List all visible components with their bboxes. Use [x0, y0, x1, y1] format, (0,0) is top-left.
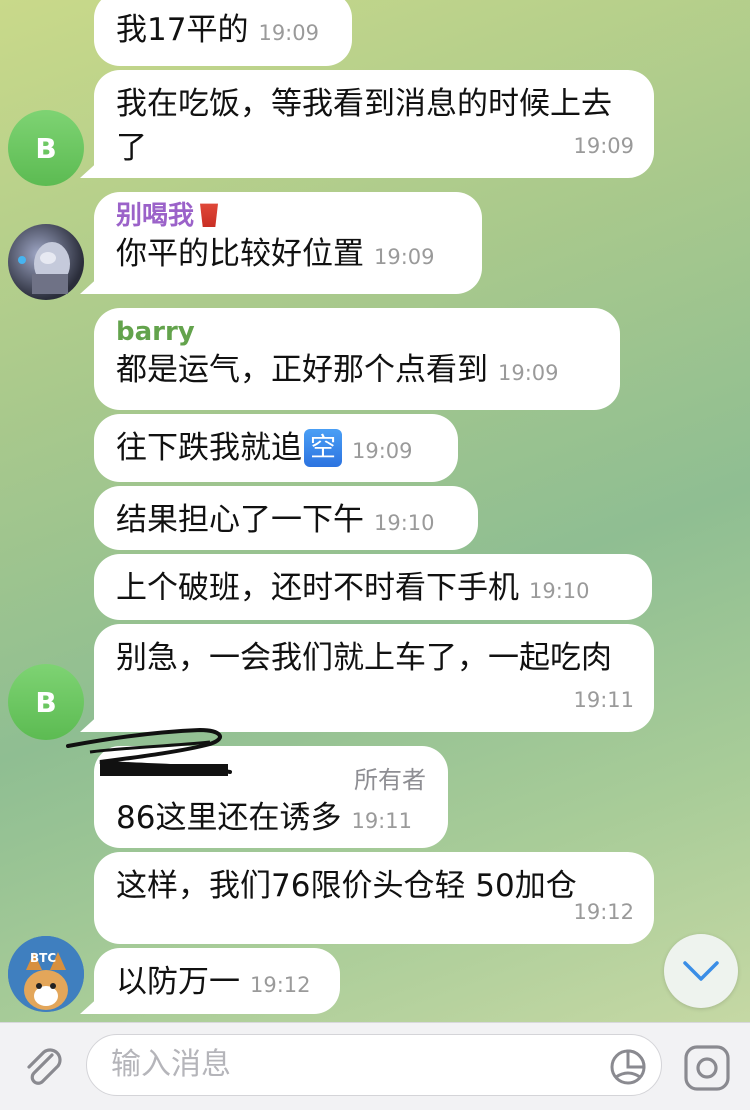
message-time: 19:09	[498, 361, 559, 385]
avatar[interactable]	[8, 224, 84, 300]
svg-text:BTC: BTC	[30, 951, 56, 965]
message-text: 你平的比较好位置	[116, 236, 364, 272]
avatar-letter: B	[35, 131, 57, 165]
message-bubble[interactable]: barry 都是运气，正好那个点看到 19:09	[94, 308, 620, 410]
message-text: 这样，我们76限价头仓轻 50加仓	[116, 868, 577, 904]
attach-icon[interactable]	[18, 1041, 68, 1091]
kong-emoji-icon: 空	[304, 429, 342, 467]
message-bubble[interactable]: 别喝我 你平的比较好位置 19:09	[94, 192, 482, 294]
message-text: 86这里还在诱多	[116, 800, 342, 836]
message-bubble[interactable]: 我17平的 19:09	[94, 0, 352, 66]
sticker-icon[interactable]	[608, 1047, 648, 1087]
message-time: 19:10	[374, 511, 435, 535]
message-time: 19:11	[573, 688, 634, 712]
message-time: 19:12	[573, 900, 634, 924]
sender-name: barry	[116, 317, 195, 347]
avatar-letter: B	[35, 685, 57, 719]
message-bubble[interactable]: 以防万一 19:12	[94, 948, 340, 1014]
message-bubble[interactable]: 往下跌我就追空 19:09	[94, 414, 458, 482]
sender-name: 别喝我	[116, 200, 460, 232]
scroll-down-button[interactable]	[664, 934, 738, 1008]
message-text: 别急，一会我们就上车了，一起吃肉	[116, 640, 612, 676]
message-bubble[interactable]: 结果担心了一下午 19:10	[94, 486, 478, 550]
message-bubble[interactable]: 上个破班，还时不时看下手机 19:10	[94, 554, 652, 620]
message-text: 都是运气，正好那个点看到	[116, 352, 488, 388]
camera-icon[interactable]	[682, 1043, 732, 1093]
message-time: 19:12	[250, 973, 311, 997]
message-time: 19:10	[529, 579, 590, 603]
message-time: 19:11	[351, 809, 412, 833]
chevron-down-icon	[683, 961, 719, 981]
redaction-scribble	[66, 727, 232, 776]
message-bubble[interactable]: 这样，我们76限价头仓轻 50加仓 19:12	[94, 852, 654, 944]
message-text: 以防万一	[116, 964, 240, 1000]
message-time: 19:09	[573, 134, 634, 158]
message-input[interactable]: 输入消息	[86, 1034, 662, 1096]
message-time: 19:09	[258, 21, 319, 45]
avatar-image-icon	[18, 242, 70, 294]
cup-emoji-icon	[200, 203, 219, 227]
owner-badge: 所有者	[354, 766, 426, 794]
message-text: 上个破班，还时不时看下手机	[116, 570, 519, 606]
message-text: 往下跌我就追	[116, 430, 302, 466]
message-text: 我在吃饭，等我看到消息的时候上去了	[116, 86, 612, 166]
avatar[interactable]: B	[8, 110, 84, 186]
sender-name-text: 别喝我	[116, 201, 195, 231]
chat-area: 我17平的 19:09 B 我在吃饭，等我看到消息的时候上去了 19:09 别喝我…	[0, 0, 750, 1022]
input-bar: 输入消息	[0, 1022, 750, 1110]
avatar[interactable]: BTC	[8, 936, 84, 1012]
message-bubble[interactable]: 别急，一会我们就上车了，一起吃肉 19:11	[94, 624, 654, 732]
message-time: 19:09	[352, 439, 413, 463]
avatar-image-icon: BTC	[8, 936, 84, 1012]
message-time: 19:09	[374, 245, 435, 269]
message-text: 结果担心了一下午	[116, 502, 364, 538]
message-text: 我17平的	[116, 12, 249, 48]
message-bubble[interactable]: 我在吃饭，等我看到消息的时候上去了 19:09	[94, 70, 654, 178]
